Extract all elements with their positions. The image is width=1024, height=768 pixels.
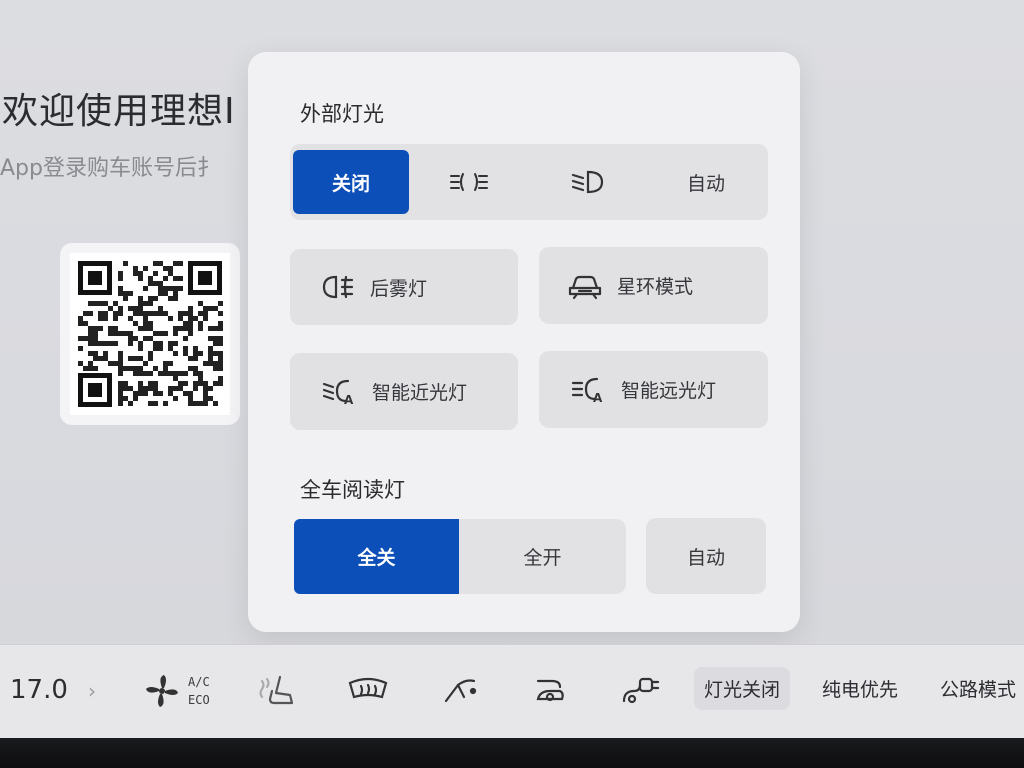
rear-fog-light-label: 后雾灯 — [370, 277, 428, 300]
lights-off-button[interactable]: 灯光关闭 — [694, 667, 791, 710]
reading-all-on-option[interactable]: 全开 — [459, 519, 626, 594]
star-ring-mode-label: 星环模式 — [617, 276, 694, 298]
eco-label: ECO — [188, 693, 210, 707]
smart-low-beam-tile[interactable]: A 智能近光灯 — [290, 353, 518, 430]
svg-text:A: A — [344, 393, 354, 407]
fan-icon[interactable] — [140, 671, 184, 711]
welcome-title: 欢迎使用理想I — [2, 91, 236, 132]
exterior-lights-title: 外部灯光 — [300, 102, 384, 126]
defrost-icon[interactable] — [346, 671, 390, 711]
star-ring-car-icon — [568, 275, 602, 299]
lighting-panel: 外部灯光 关闭 自动 后雾灯 星环模式 A 智能近光灯 A 智能远光灯 全车阅读… — [248, 52, 800, 632]
exterior-side-marker-option[interactable] — [410, 144, 528, 220]
reading-all-off-option[interactable]: 全关 — [294, 519, 459, 594]
seat-heat-icon[interactable] — [256, 671, 300, 711]
door-icon[interactable] — [530, 671, 574, 711]
smart-high-beam-label: 智能远光灯 — [621, 380, 717, 402]
qr-code-card — [60, 243, 240, 425]
reading-lights-title: 全车阅读灯 — [300, 478, 405, 502]
side-marker-lights-icon — [450, 173, 488, 191]
ac-label: A/C — [188, 675, 210, 689]
ac-eco-indicator[interactable]: A/C ECO — [188, 673, 210, 709]
rear-fog-light-icon — [322, 275, 354, 299]
exterior-low-beam-option[interactable] — [528, 144, 646, 220]
chevron-right-icon[interactable]: › — [88, 679, 96, 703]
rear-fog-light-tile[interactable]: 后雾灯 — [290, 249, 518, 325]
svg-text:A: A — [593, 391, 603, 405]
exterior-off-option[interactable]: 关闭 — [293, 150, 409, 214]
smart-high-beam-icon: A — [571, 377, 603, 405]
star-ring-mode-tile[interactable]: 星环模式 — [539, 247, 768, 324]
bottom-control-bar: 17.0 › A/C ECO 灯光关闭 纯电优先 公路模式 — [0, 644, 1024, 739]
exterior-lights-segmented-control: 关闭 自动 — [290, 144, 768, 220]
qr-code-image — [70, 253, 230, 415]
low-beam-icon — [571, 170, 604, 194]
charge-plug-icon[interactable] — [620, 671, 664, 711]
mirror-icon[interactable] — [440, 671, 484, 711]
screen-bezel — [0, 738, 1024, 768]
smart-low-beam-label: 智能近光灯 — [372, 382, 468, 404]
smart-low-beam-icon: A — [322, 379, 354, 407]
screen: 欢迎使用理想I App登录购车账号后扌 外部灯光 关闭 自动 后雾灯 星环模式 … — [0, 0, 1024, 740]
welcome-subtitle: App登录购车账号后扌 — [0, 156, 219, 181]
exterior-auto-option[interactable]: 自动 — [646, 144, 766, 220]
ev-priority-button[interactable]: 纯电优先 — [822, 675, 898, 702]
reading-lights-segmented-control: 全关 全开 — [294, 519, 626, 594]
smart-high-beam-tile[interactable]: A 智能远光灯 — [539, 351, 768, 428]
temperature-readout[interactable]: 17.0 — [10, 675, 68, 705]
road-mode-button[interactable]: 公路模式 — [940, 675, 1016, 702]
reading-auto-button[interactable]: 自动 — [646, 518, 766, 594]
